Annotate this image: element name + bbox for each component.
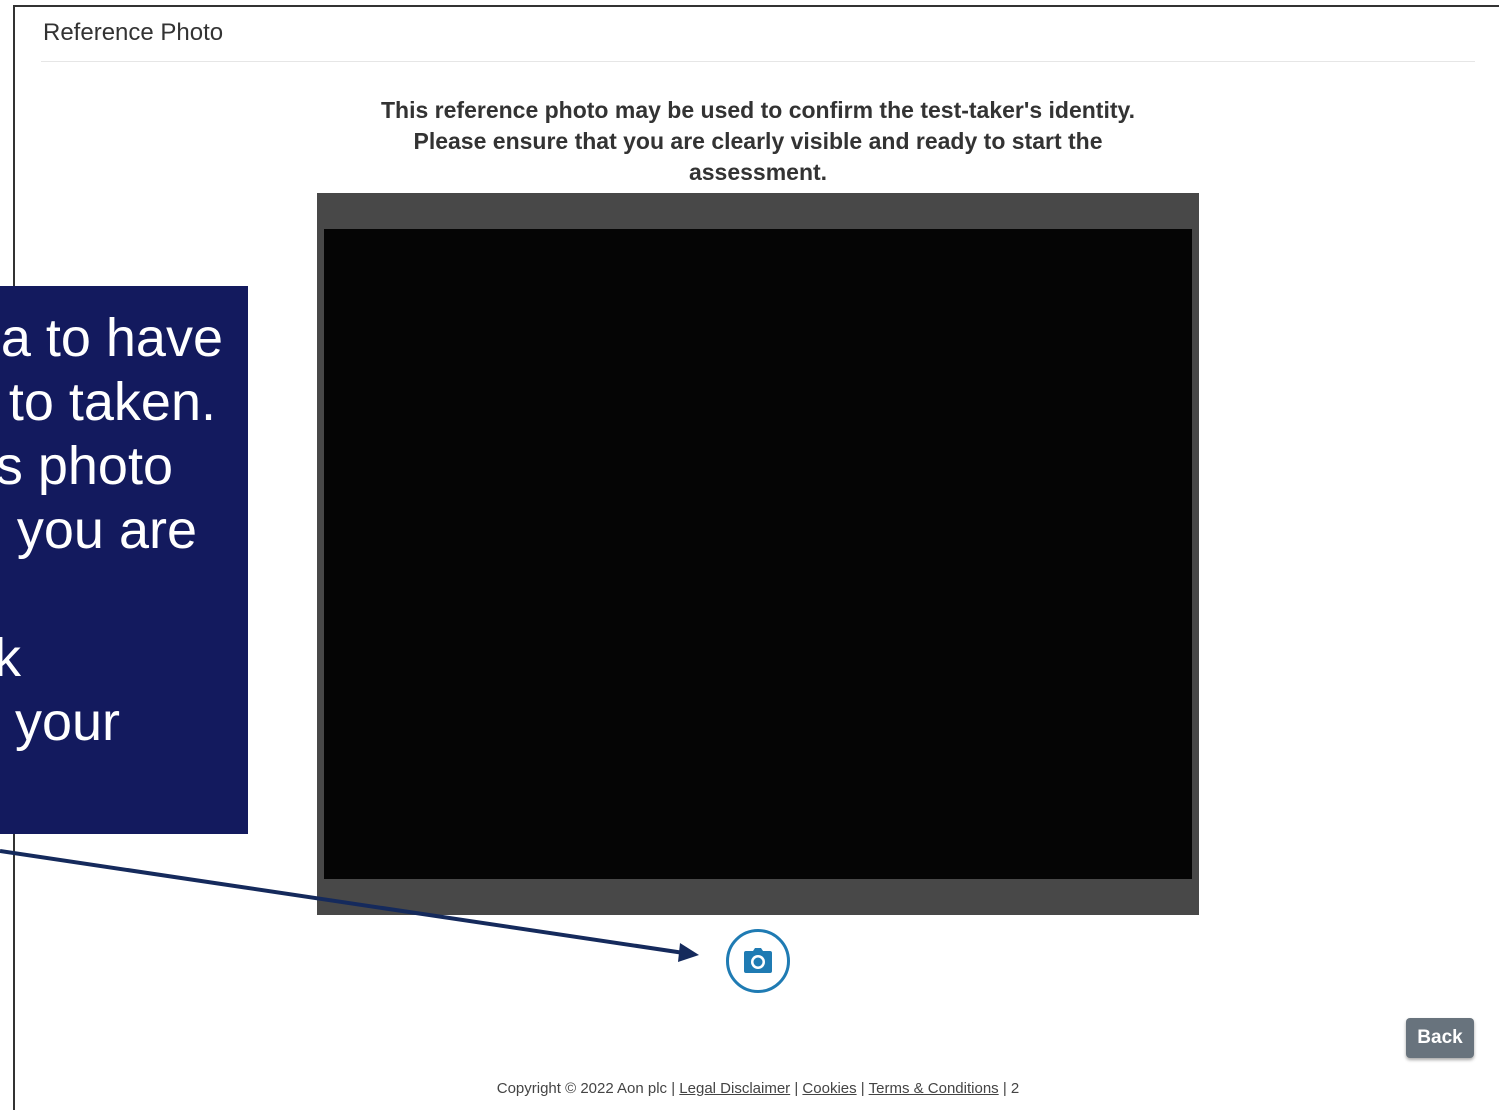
header-divider bbox=[41, 61, 1475, 62]
callout-line-2: to taken. bbox=[8, 372, 216, 432]
take-photo-button[interactable] bbox=[726, 929, 790, 993]
terms-conditions-link[interactable]: Terms & Conditions bbox=[869, 1080, 999, 1097]
callout-line-4: you are bbox=[16, 500, 197, 560]
callout-line-6: your bbox=[14, 692, 120, 752]
instruction-callout: a to have to taken. s photo you are k yo… bbox=[0, 286, 248, 834]
footer-trailing-text: 2 bbox=[1010, 1080, 1020, 1097]
copyright-text: Copyright © 2022 Aon plc | bbox=[496, 1080, 676, 1097]
instructions-line-2: Please ensure that you are clearly visib… bbox=[413, 128, 1103, 154]
page-title: Reference Photo bbox=[43, 19, 224, 46]
cookies-link[interactable]: Cookies bbox=[802, 1080, 856, 1097]
footer-separator: | bbox=[794, 1080, 799, 1097]
back-button[interactable]: Back bbox=[1406, 1018, 1474, 1058]
callout-line-3: s photo bbox=[0, 436, 173, 496]
camera-preview-container bbox=[317, 193, 1199, 915]
footer: Copyright © 2022 Aon plc | Legal Disclai… bbox=[215, 1080, 1301, 1097]
callout-line-5: k bbox=[0, 628, 21, 688]
footer-separator: | bbox=[860, 1080, 865, 1097]
instructions-line-3: assessment. bbox=[688, 159, 828, 185]
callout-line-1: a to have bbox=[0, 308, 223, 368]
camera-video-feed bbox=[324, 229, 1192, 879]
instructions-line-1: This reference photo may be used to conf… bbox=[381, 97, 1135, 123]
legal-disclaimer-link[interactable]: Legal Disclaimer bbox=[679, 1080, 790, 1097]
footer-separator: | bbox=[1002, 1080, 1007, 1097]
instructions-text: This reference photo may be used to conf… bbox=[315, 95, 1201, 188]
camera-icon bbox=[744, 948, 772, 973]
